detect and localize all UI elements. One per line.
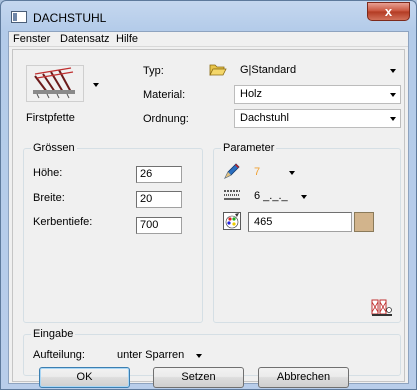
properties-tool-icon[interactable] (371, 298, 393, 318)
material-combo[interactable]: Holz (234, 85, 401, 104)
element-picker-dropdown-icon[interactable] (93, 83, 99, 87)
open-folder-icon[interactable] (209, 62, 227, 77)
typ-dropdown-icon (390, 69, 396, 73)
ordnung-value: Dachstuhl (240, 112, 289, 124)
menu-bar: Fenster Datensatz Hilfe (9, 32, 408, 47)
breite-input[interactable]: 20 (136, 191, 182, 208)
hoehe-label: Höhe: (33, 167, 63, 179)
window-icon (11, 11, 27, 23)
kerbentiefe-input[interactable]: 700 (136, 217, 182, 234)
parameter-group: Parameter 7 6 _._._ 465 (213, 142, 401, 323)
menu-datensatz[interactable]: Datensatz (60, 33, 110, 45)
main-area: Firstpfette Typ: G|Standard Material: Ho… (12, 49, 405, 382)
color-swatch[interactable] (354, 212, 374, 232)
ordnung-combo[interactable]: Dachstuhl (234, 109, 401, 128)
roof-truss-icon (33, 67, 75, 99)
kerbentiefe-label: Kerbentiefe: (33, 216, 93, 228)
material-value: Holz (240, 88, 263, 100)
linetype-dropdown-icon (301, 195, 307, 199)
aufteilung-dropdown-icon (196, 354, 202, 358)
title-bar[interactable]: DACHSTUHL x (1, 1, 416, 31)
aufteilung-value: unter Sparren (117, 349, 185, 361)
abbrechen-button[interactable]: Abbrechen (258, 367, 349, 388)
material-label: Material: (143, 89, 186, 101)
window-title: DACHSTUHL (33, 11, 107, 25)
pen-dropdown-icon (289, 171, 295, 175)
groessen-group: Grössen Höhe: 26 Breite: 20 Kerbentiefe:… (23, 142, 203, 323)
ordnung-dropdown-icon (390, 117, 396, 121)
dialog-window: DACHSTUHL x Fenster Datensatz Hilfe Firs… (0, 0, 417, 390)
menu-fenster[interactable]: Fenster (13, 33, 50, 45)
aufteilung-label: Aufteilung: (33, 349, 85, 361)
hoehe-input[interactable]: 26 (136, 166, 182, 183)
material-dropdown-icon (390, 93, 396, 97)
breite-label: Breite: (33, 192, 65, 204)
ordnung-label: Ordnung: (143, 113, 189, 125)
setzen-button[interactable]: Setzen (153, 367, 244, 388)
client-area: Fenster Datensatz Hilfe Firstpfette Typ:… (8, 31, 409, 384)
typ-combo[interactable]: G|Standard (234, 61, 401, 80)
close-button[interactable]: x (367, 2, 410, 21)
pen-value: 7 (254, 166, 261, 178)
typ-value: G|Standard (240, 64, 297, 76)
linetype-icon (224, 190, 240, 200)
ok-button[interactable]: OK (39, 367, 130, 388)
aufteilung-combo[interactable]: unter Sparren (111, 346, 207, 365)
pen-combo[interactable]: 7 (248, 163, 300, 182)
color-palette-icon (223, 212, 241, 230)
typ-label: Typ: (143, 65, 164, 77)
parameter-title: Parameter (221, 142, 277, 154)
eingabe-title: Eingabe (31, 328, 76, 340)
menu-hilfe[interactable]: Hilfe (116, 33, 138, 45)
pen-icon (224, 163, 240, 179)
element-picker-button[interactable] (26, 65, 84, 102)
groessen-title: Grössen (31, 142, 77, 154)
element-label: Firstpfette (26, 112, 75, 124)
linetype-value: 6 _._._ (254, 190, 288, 202)
linetype-combo[interactable]: 6 _._._ (248, 187, 312, 206)
color-input[interactable]: 465 (248, 212, 352, 232)
